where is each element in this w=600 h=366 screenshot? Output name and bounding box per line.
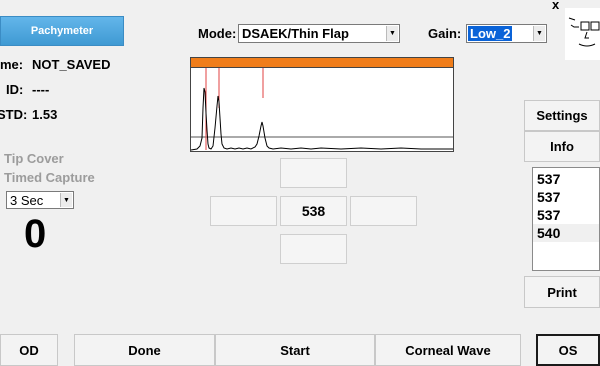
pad-up-button[interactable] [280, 158, 347, 188]
settings-button[interactable]: Settings [524, 100, 600, 131]
settings-label: Settings [536, 108, 588, 123]
reading-display: 538 [280, 196, 347, 226]
gain-label: Gain: [428, 26, 462, 41]
info-label: Info [550, 139, 574, 154]
corneal-wave-button[interactable]: Corneal Wave [375, 334, 521, 366]
list-item[interactable]: 540 [533, 224, 599, 242]
print-button[interactable]: Print [524, 276, 600, 308]
chevron-down-icon: ▼ [533, 26, 545, 41]
waveform-display [190, 57, 454, 152]
print-label: Print [547, 284, 577, 300]
tip-cover-label[interactable]: Tip Cover [4, 151, 64, 166]
od-button[interactable]: OD [0, 334, 58, 366]
waveform-header-bar [191, 58, 453, 68]
mode-label: Mode: [198, 26, 237, 41]
close-icon[interactable]: x [552, 0, 559, 12]
chevron-down-icon: ▼ [386, 26, 398, 41]
id-label: ID: [6, 82, 24, 97]
done-button[interactable]: Done [74, 334, 215, 366]
timed-capture-label[interactable]: Timed Capture [4, 170, 95, 185]
os-button[interactable]: OS [536, 334, 600, 366]
countdown-value: 0 [24, 212, 47, 256]
os-label: OS [558, 342, 578, 358]
pachymeter-label: Pachymeter [30, 25, 94, 37]
corneal-wave-label: Corneal Wave [405, 342, 491, 358]
gain-select[interactable]: Low_2 ▼ [466, 24, 547, 43]
od-label: OD [19, 342, 39, 358]
id-value: ---- [32, 82, 50, 97]
done-label: Done [128, 342, 161, 358]
reading-value: 538 [301, 203, 326, 219]
pad-left-button[interactable] [210, 196, 277, 226]
name-value: NOT_SAVED [32, 57, 111, 72]
pad-down-button[interactable] [280, 234, 347, 264]
waveform-trace [191, 68, 453, 151]
pad-right-button[interactable] [350, 196, 417, 226]
std-value: 1.53 [32, 107, 58, 122]
pachymeter-button[interactable]: Pachymeter [0, 16, 124, 46]
std-label: STD: [0, 107, 28, 122]
gain-value: Low_2 [468, 26, 513, 41]
mode-value: DSAEK/Thin Flap [242, 26, 349, 41]
mode-select[interactable]: DSAEK/Thin Flap ▼ [238, 24, 400, 43]
timer-value: 3 Sec [10, 192, 44, 208]
start-label: Start [280, 342, 310, 358]
list-item[interactable]: 537 [533, 206, 599, 224]
list-item[interactable]: 537 [533, 170, 599, 188]
info-button[interactable]: Info [524, 131, 600, 162]
list-item[interactable]: 537 [533, 188, 599, 206]
name-label: me: [0, 57, 24, 72]
readings-list[interactable]: 537 537 537 540 [532, 167, 600, 271]
face-logo [565, 8, 600, 60]
timer-select[interactable]: 3 Sec ▼ [6, 191, 74, 209]
chevron-down-icon: ▼ [60, 193, 72, 207]
start-button[interactable]: Start [215, 334, 375, 366]
